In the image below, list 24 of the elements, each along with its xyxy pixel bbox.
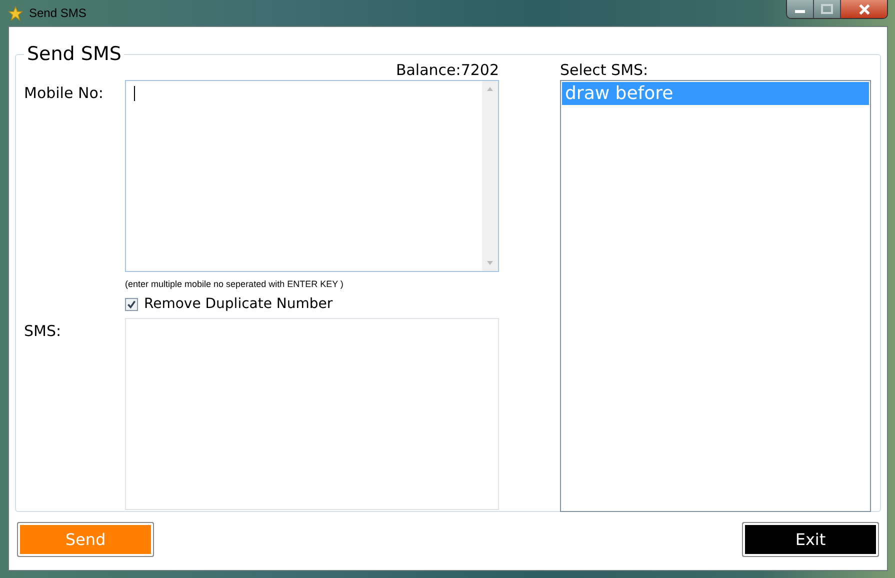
send-button[interactable]: Send — [17, 522, 154, 557]
window-title: Send SMS — [29, 6, 86, 20]
star-icon — [8, 6, 23, 20]
mobile-field[interactable] — [124, 80, 499, 272]
mobile-label: Mobile No: — [24, 83, 104, 104]
list-item[interactable]: draw before — [562, 82, 869, 105]
group-title: Send SMS — [26, 44, 122, 64]
scroll-down-icon[interactable] — [486, 260, 494, 266]
hint-text: (enter multiple mobile no seperated with ENTER KEY ) — [125, 279, 344, 289]
checkmark-icon — [126, 298, 137, 310]
exit-button[interactable]: Exit — [742, 522, 879, 557]
sms-field[interactable] — [124, 318, 499, 510]
scrollbar[interactable] — [482, 81, 498, 271]
balance-label: Balance:7202 — [396, 61, 499, 80]
checkbox-label[interactable]: Remove Duplicate Number — [144, 296, 333, 312]
maximize-button[interactable] — [814, 0, 841, 18]
close-button[interactable] — [841, 0, 887, 18]
sms-label: SMS: — [24, 321, 62, 342]
select-sms-label: Select SMS: — [560, 61, 650, 80]
close-icon — [858, 4, 870, 14]
sms-list[interactable]: draw before — [560, 80, 871, 512]
scroll-up-icon[interactable] — [486, 86, 494, 92]
minimize-button[interactable] — [787, 0, 814, 18]
checkbox[interactable] — [125, 298, 138, 310]
